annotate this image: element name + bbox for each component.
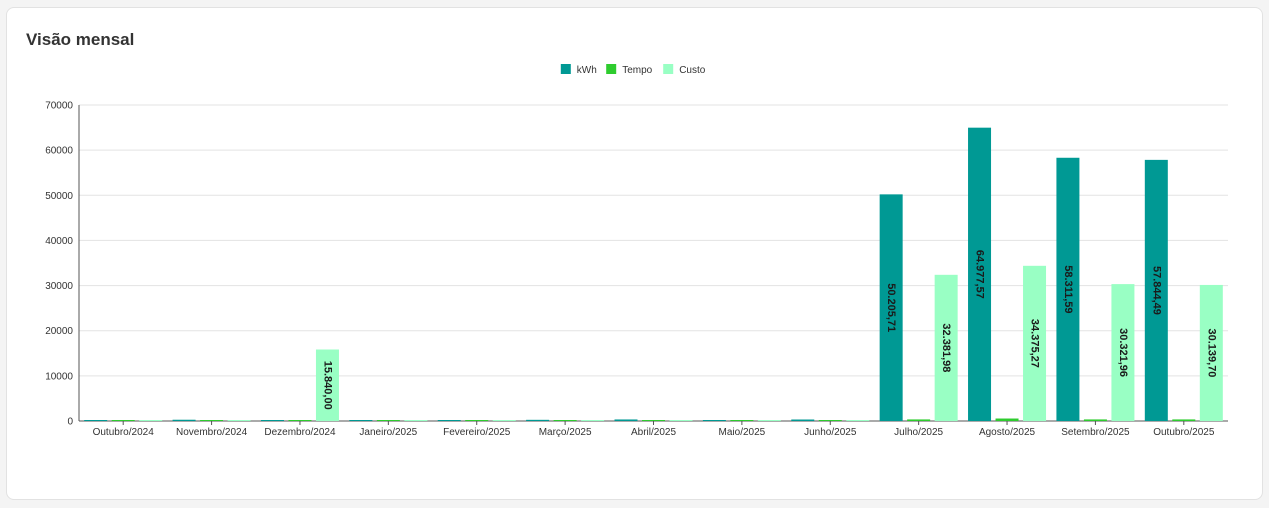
monthly-chart: 0 10000 20000 30000 40000 50000 60000 70000 Out… [45, 64, 1228, 438]
bar-kwh[interactable] [791, 419, 815, 421]
data-label: 15.840,00 [321, 361, 333, 410]
bar-custo[interactable] [139, 420, 163, 421]
bar-tempo[interactable] [642, 420, 665, 421]
y-axis: 0 10000 20000 30000 40000 50000 60000 70000 [45, 101, 80, 428]
bar-custo[interactable] [492, 420, 516, 421]
y-tick-label: 40000 [45, 236, 73, 247]
x-tick-label: Julho/2025 [894, 427, 943, 438]
data-label: 30.321,96 [1117, 328, 1129, 377]
legend[interactable]: kWh Tempo Custo [560, 64, 706, 76]
bars [84, 127, 1223, 422]
bar-custo[interactable] [669, 420, 693, 421]
y-tick-label: 50000 [45, 191, 73, 202]
x-tick-label: Abril/2025 [631, 427, 676, 438]
bar-tempo[interactable] [907, 419, 931, 421]
bar-kwh[interactable] [526, 419, 550, 421]
bar-tempo[interactable] [111, 420, 135, 421]
data-label: 50.205,71 [885, 283, 897, 332]
x-axis: Outubro/2024 Novembro/2024 Dezembro/2024 Ja… [79, 420, 1228, 438]
bar-custo[interactable] [404, 420, 428, 421]
data-label: 64.977,57 [974, 250, 986, 299]
bar-kwh[interactable] [260, 420, 284, 421]
bar-kwh[interactable] [437, 420, 461, 421]
x-tick-label: Outubro/2024 [93, 427, 155, 438]
bar-tempo[interactable] [376, 420, 400, 421]
data-label: 34.375,27 [1029, 319, 1041, 368]
data-label: 30.139,70 [1205, 329, 1217, 378]
data-labels: 15.840,00 50.205,71 32.381,98 64.977,57 34.3… [321, 250, 1217, 410]
bar-kwh[interactable] [172, 419, 196, 421]
legend-swatch [560, 64, 571, 74]
bar-tempo[interactable] [200, 420, 224, 421]
y-tick-label: 0 [67, 417, 73, 428]
legend-label: Tempo [622, 65, 652, 76]
bar-tempo[interactable] [1172, 419, 1196, 421]
x-tick-label: Fevereiro/2025 [443, 427, 511, 438]
bar-kwh[interactable] [84, 420, 108, 421]
y-tick-label: 60000 [45, 146, 73, 157]
gridlines [79, 104, 1228, 377]
data-label: 57.844,49 [1150, 266, 1162, 315]
x-tick-label: Janeiro/2025 [359, 427, 417, 438]
y-tick-label: 70000 [45, 101, 73, 112]
legend-item-kwh[interactable]: kWh [560, 64, 597, 76]
x-tick-label: Outubro/2025 [1153, 427, 1215, 438]
bar-tempo[interactable] [995, 418, 1019, 421]
bar-tempo[interactable] [288, 420, 312, 421]
data-label: 32.381,98 [940, 323, 952, 372]
x-tick-label: Dezembro/2024 [264, 427, 336, 438]
legend-item-custo[interactable]: Custo [663, 64, 706, 76]
x-tick-label: Setembro/2025 [1061, 427, 1130, 438]
bar-custo[interactable] [227, 420, 251, 421]
y-tick-label: 30000 [45, 281, 73, 292]
x-tick-label: Março/2025 [539, 427, 592, 438]
bar-custo[interactable] [757, 420, 781, 421]
bar-tempo[interactable] [1083, 419, 1107, 421]
bar-tempo[interactable] [818, 420, 842, 421]
y-tick-label: 10000 [45, 371, 73, 382]
bar-custo[interactable] [581, 420, 605, 421]
legend-item-tempo[interactable]: Tempo [606, 64, 653, 76]
bar-kwh[interactable] [702, 420, 726, 421]
bar-kwh[interactable] [614, 419, 638, 421]
bar-tempo[interactable] [730, 420, 754, 421]
y-tick-label: 20000 [45, 326, 73, 337]
x-tick-label: Novembro/2024 [176, 427, 248, 438]
bar-tempo[interactable] [465, 420, 489, 421]
x-tick-label: Agosto/2025 [979, 427, 1036, 438]
legend-label: kWh [577, 65, 597, 76]
legend-swatch [663, 64, 674, 74]
bar-custo[interactable] [846, 420, 870, 421]
x-tick-label: Junho/2025 [804, 427, 857, 438]
legend-label: Custo [679, 65, 706, 76]
legend-swatch [606, 64, 617, 74]
x-tick-label: Maio/2025 [719, 427, 766, 438]
bar-kwh[interactable] [349, 420, 373, 421]
data-label: 58.311,59 [1062, 265, 1074, 313]
bar-tempo[interactable] [553, 420, 577, 421]
